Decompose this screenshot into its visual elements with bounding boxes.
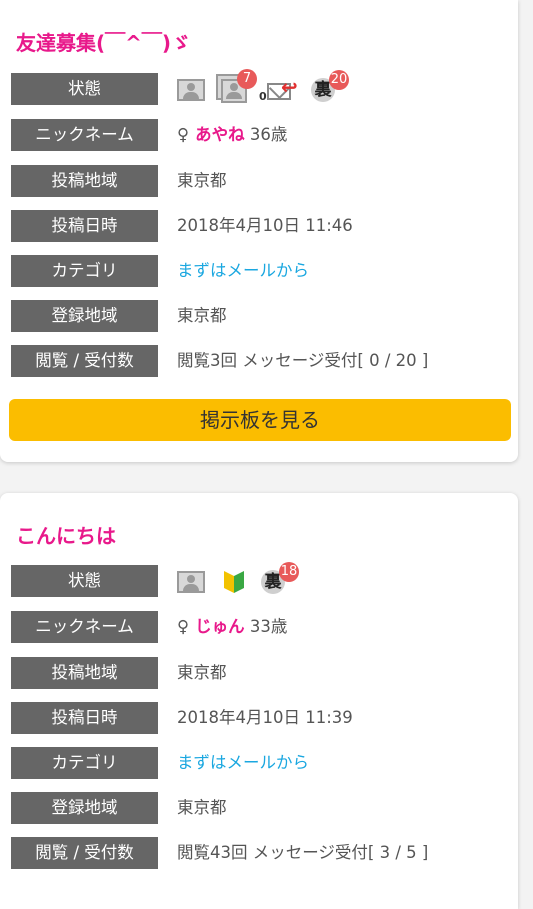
post-datetime-label: 投稿日時 [11, 702, 158, 734]
views-row: 閲覧 / 受付数 閲覧3回 メッセージ受付[ 0 / 20 ] [11, 345, 511, 377]
post-datetime-value: 2018年4月10日 11:39 [177, 708, 353, 727]
ura-count-badge: 18 [279, 562, 299, 582]
post-title[interactable]: 友達募集(￣^￣)ゞ [16, 27, 191, 56]
post-area-value: 東京都 [177, 663, 227, 682]
status-icons: 裏 18 [177, 562, 477, 599]
nickname[interactable]: じゅん [195, 617, 245, 636]
photo-icon [177, 571, 205, 593]
category-row: カテゴリ まずはメールから [11, 255, 511, 287]
registered-area-label: 登録地域 [11, 300, 158, 332]
views-value: 閲覧3回 メッセージ受付[ 0 / 20 ] [177, 351, 429, 370]
views-label: 閲覧 / 受付数 [11, 345, 158, 377]
post-area-label: 投稿地域 [11, 657, 158, 689]
view-board-button[interactable]: 掲示板を見る [9, 399, 511, 441]
status-label: 状態 [11, 565, 158, 597]
status-icons: 7 0 ↩ 裏 20 [177, 69, 477, 107]
nickname-value: ♀ じゅん 33歳 [177, 611, 287, 643]
mail-count: 0 [259, 90, 267, 103]
photo-count-badge: 7 [237, 69, 257, 89]
post-area-value: 東京都 [177, 171, 227, 190]
nickname-label: ニックネーム [11, 611, 158, 643]
registered-area-value: 東京都 [177, 306, 227, 325]
beginner-mark-icon [224, 571, 244, 593]
nickname-row: ニックネーム ♀ あやね 36歳 [11, 119, 511, 151]
post-title[interactable]: こんにちは [16, 520, 116, 549]
ura-count-badge: 20 [329, 70, 349, 90]
status-row: 状態 7 0 ↩ 裏 20 [11, 69, 511, 107]
views-label: 閲覧 / 受付数 [11, 837, 158, 869]
category-link[interactable]: まずはメールから [177, 255, 309, 287]
category-label: カテゴリ [11, 747, 158, 779]
registered-area-value: 東京都 [177, 798, 227, 817]
nickname[interactable]: あやね [195, 125, 245, 144]
registered-area-row: 登録地域 東京都 [11, 792, 511, 824]
female-icon: ♀ [177, 125, 190, 144]
status-row: 状態 裏 18 [11, 562, 511, 599]
post-datetime-value: 2018年4月10日 11:46 [177, 216, 353, 235]
reply-arrow-icon: ↩ [281, 75, 298, 99]
nickname-row: ニックネーム ♀ じゅん 33歳 [11, 611, 511, 643]
post-card[interactable]: 友達募集(￣^￣)ゞ 状態 7 0 ↩ 裏 20 ニックネーム ♀ あやね 36歳… [0, 0, 518, 462]
registered-area-row: 登録地域 東京都 [11, 300, 511, 332]
photo-icon [177, 79, 205, 101]
post-area-row: 投稿地域 東京都 [11, 165, 511, 197]
nickname-label: ニックネーム [11, 119, 158, 151]
post-datetime-row: 投稿日時 2018年4月10日 11:39 [11, 702, 511, 734]
post-card[interactable]: こんにちは 状態 裏 18 ニックネーム ♀ じゅん 33歳 投稿地域 東京都 投… [0, 493, 518, 909]
post-datetime-label: 投稿日時 [11, 210, 158, 242]
category-label: カテゴリ [11, 255, 158, 287]
female-icon: ♀ [177, 617, 190, 636]
category-row: カテゴリ まずはメールから [11, 747, 511, 779]
status-label: 状態 [11, 73, 158, 105]
post-datetime-row: 投稿日時 2018年4月10日 11:46 [11, 210, 511, 242]
registered-area-label: 登録地域 [11, 792, 158, 824]
views-value: 閲覧43回 メッセージ受付[ 3 / 5 ] [177, 843, 429, 862]
nickname-value: ♀ あやね 36歳 [177, 119, 287, 151]
age: 36歳 [249, 125, 288, 144]
views-row: 閲覧 / 受付数 閲覧43回 メッセージ受付[ 3 / 5 ] [11, 837, 511, 869]
post-area-row: 投稿地域 東京都 [11, 657, 511, 689]
category-link[interactable]: まずはメールから [177, 747, 309, 779]
post-area-label: 投稿地域 [11, 165, 158, 197]
age: 33歳 [249, 617, 288, 636]
